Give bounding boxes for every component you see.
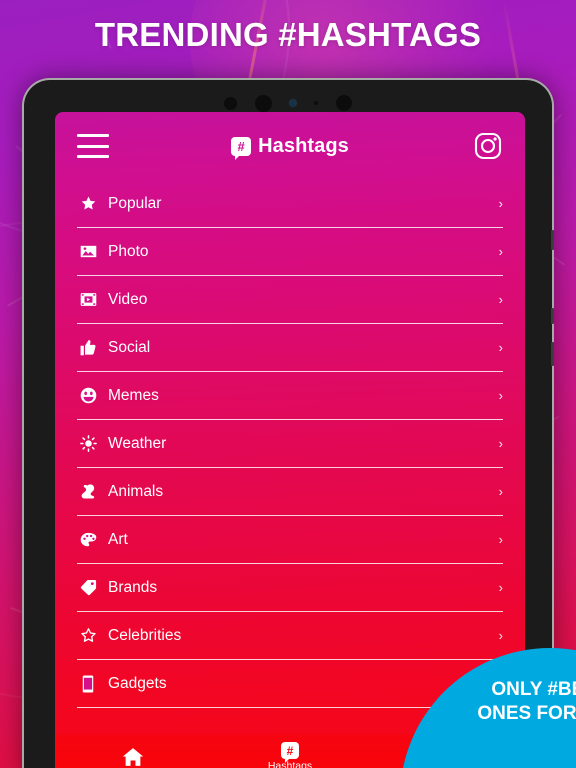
list-item-photo[interactable]: Photo › (77, 228, 503, 276)
instagram-icon[interactable] (473, 131, 503, 161)
device-sensor-array (24, 94, 552, 112)
list-item-label: Art (108, 530, 128, 548)
list-item-label: Weather (108, 434, 167, 452)
list-item-label: Animals (108, 482, 164, 500)
list-item-label: Brands (108, 578, 158, 596)
hamburger-menu-icon[interactable] (77, 134, 109, 158)
tablet-device-frame: # Hashtags Popular › Photo › Video › Soc… (22, 78, 554, 768)
video-icon (77, 290, 99, 310)
tag-icon (77, 578, 99, 598)
indicator-led (290, 100, 296, 106)
list-item-social[interactable]: Social › (77, 324, 503, 372)
list-item-memes[interactable]: Memes › (77, 372, 503, 420)
page-title: Hashtags (258, 134, 349, 157)
chevron-right-icon: › (498, 244, 503, 259)
grin-face-icon (77, 386, 99, 406)
sensor-dot (314, 101, 318, 105)
app-title-group: # Hashtags (55, 134, 525, 160)
squirrel-icon (77, 482, 99, 502)
chevron-right-icon: › (498, 196, 503, 211)
list-item-art[interactable]: Art › (77, 516, 503, 564)
chevron-right-icon: › (498, 532, 503, 547)
thumbs-up-icon (77, 338, 99, 358)
front-camera-icon (255, 94, 272, 112)
list-item-label: Popular (108, 194, 162, 212)
chevron-right-icon: › (498, 388, 503, 403)
hamburger-bar (77, 134, 109, 137)
star-outline-icon (77, 626, 99, 646)
chevron-right-icon: › (498, 628, 503, 643)
device-side-button (551, 230, 554, 250)
screenshot-stage: TRENDING #HASHTAGS # Hashtags Popular › … (0, 0, 576, 768)
nav-item-label: Hashtags (267, 760, 313, 768)
chevron-right-icon: › (498, 484, 503, 499)
list-item-label: Gadgets (108, 674, 167, 692)
list-item-label: Memes (108, 386, 159, 404)
palette-icon (77, 530, 99, 550)
list-item-popular[interactable]: Popular › (77, 180, 503, 228)
hamburger-bar (77, 155, 109, 158)
list-item-weather[interactable]: Weather › (77, 420, 503, 468)
list-item-label: Celebrities (108, 626, 182, 644)
chevron-right-icon: › (498, 580, 503, 595)
app-screen: # Hashtags Popular › Photo › Video › Soc… (55, 112, 525, 768)
chevron-right-icon: › (498, 292, 503, 307)
sensor-dot (336, 95, 352, 111)
list-item-label: Video (108, 290, 148, 308)
list-item-video[interactable]: Video › (77, 276, 503, 324)
app-header: # Hashtags (55, 112, 525, 180)
hashtag-icon: # (231, 136, 252, 160)
device-side-button (551, 308, 554, 324)
home-icon (122, 747, 144, 767)
chevron-right-icon: › (498, 436, 503, 451)
nav-item-home[interactable] (55, 747, 212, 768)
banner-title: TRENDING #HASHTAGS (94, 16, 482, 53)
sun-icon (77, 434, 99, 454)
list-item-label: Photo (108, 242, 149, 260)
device-side-button (551, 342, 554, 366)
promo-line-1: ONLY #BEST (491, 679, 576, 700)
nav-item-hashtags[interactable]: # Hashtags (212, 742, 369, 768)
mobile-phone-icon (77, 674, 99, 694)
category-list: Popular › Photo › Video › Social › Memes… (55, 180, 525, 708)
hamburger-bar (77, 144, 109, 148)
background-tick (552, 256, 566, 266)
image-icon (77, 242, 99, 262)
list-item-celebrities[interactable]: Celebrities › (77, 612, 503, 660)
promo-line-2: ONES FOR YOU (477, 703, 576, 725)
chevron-right-icon: › (498, 340, 503, 355)
list-item-animals[interactable]: Animals › (77, 468, 503, 516)
list-item-brands[interactable]: Brands › (77, 564, 503, 612)
star-icon (77, 194, 99, 214)
sensor-dot (224, 96, 237, 110)
hashtag-icon: # (281, 742, 299, 763)
list-item-label: Social (108, 338, 151, 356)
